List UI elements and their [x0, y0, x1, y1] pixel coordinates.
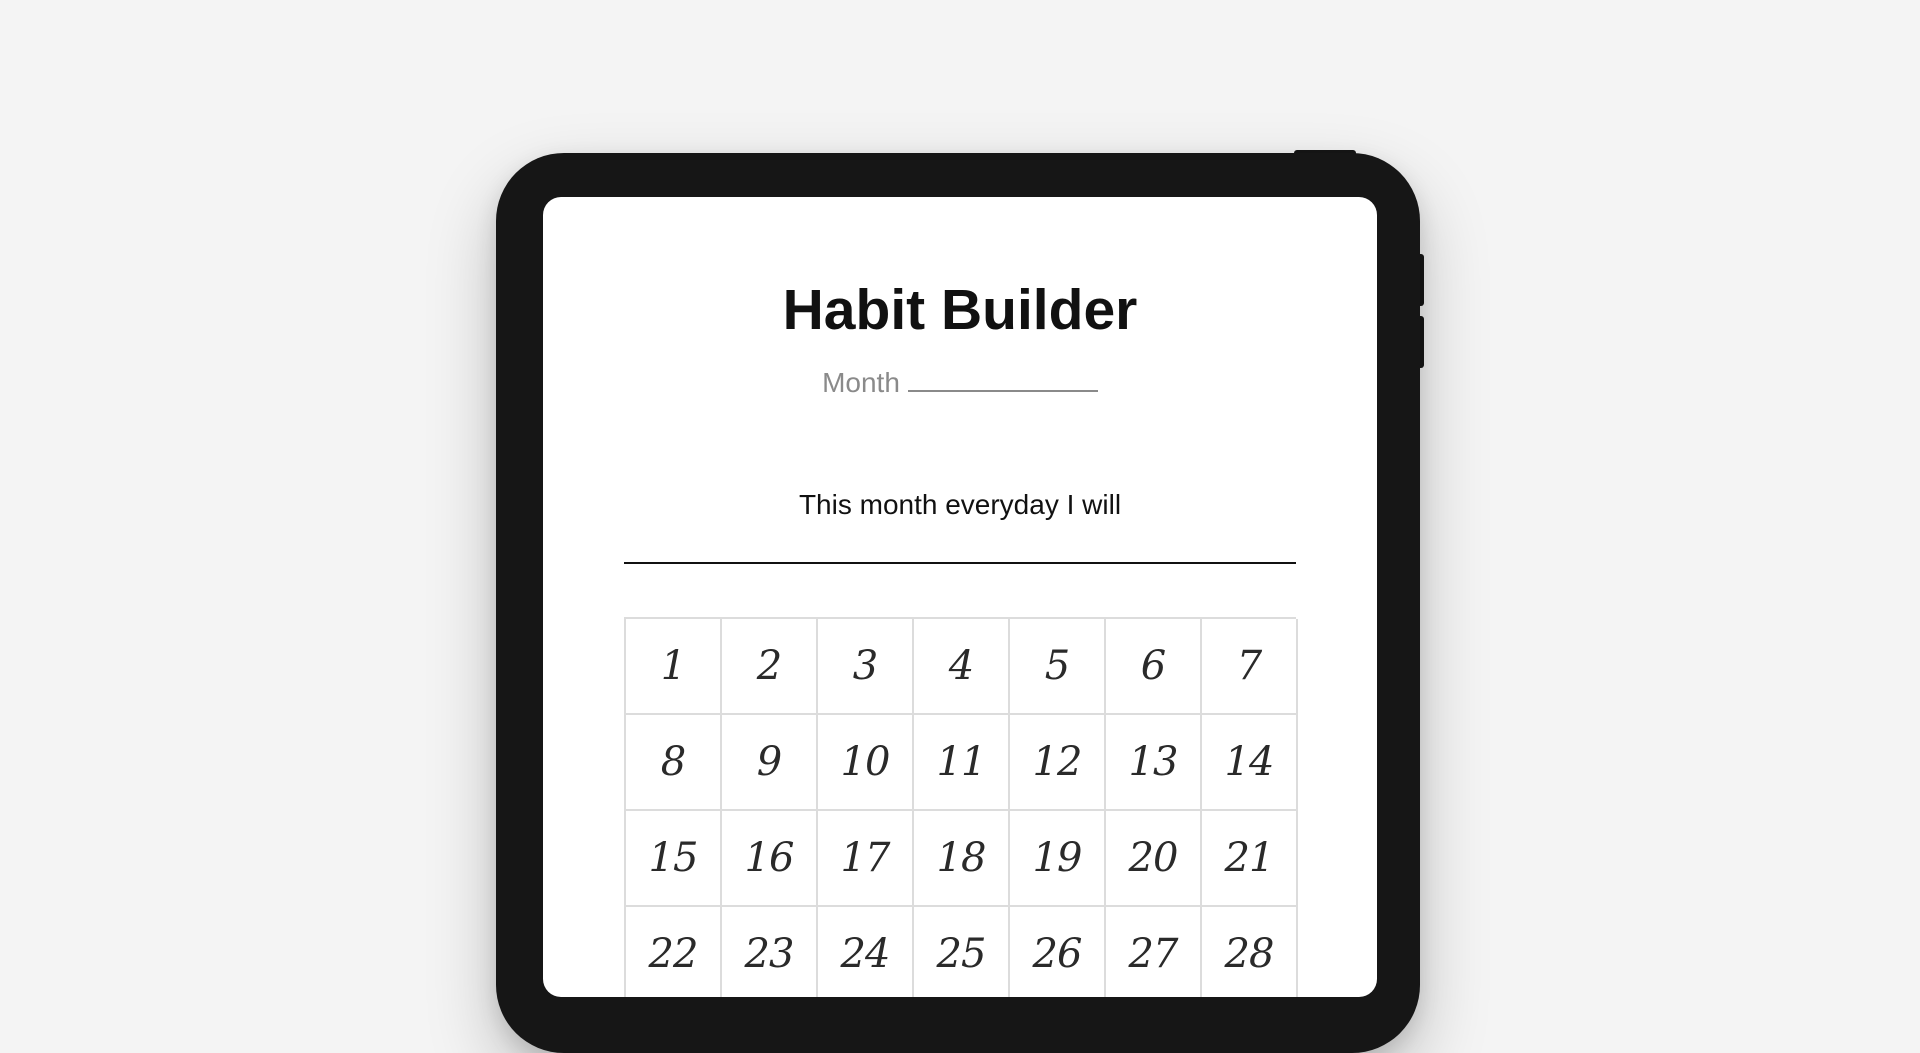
day-cell[interactable]: 9 — [722, 715, 818, 811]
day-cell[interactable]: 11 — [914, 715, 1010, 811]
day-cell[interactable]: 10 — [818, 715, 914, 811]
month-blank-line[interactable] — [907, 366, 1098, 392]
day-cell[interactable]: 28 — [1202, 907, 1298, 997]
month-label: Month — [822, 367, 900, 398]
month-field: Month — [543, 365, 1377, 401]
day-cell[interactable]: 21 — [1202, 811, 1298, 907]
day-cell[interactable]: 7 — [1202, 619, 1298, 715]
day-cell[interactable]: 24 — [818, 907, 914, 997]
day-cell[interactable]: 2 — [722, 619, 818, 715]
day-cell[interactable]: 8 — [626, 715, 722, 811]
day-cell[interactable]: 5 — [1010, 619, 1106, 715]
habit-entry-line[interactable] — [624, 562, 1296, 564]
day-cell[interactable]: 23 — [722, 907, 818, 997]
day-cell[interactable]: 20 — [1106, 811, 1202, 907]
day-cell[interactable]: 18 — [914, 811, 1010, 907]
day-cell[interactable]: 17 — [818, 811, 914, 907]
day-cell[interactable]: 15 — [626, 811, 722, 907]
day-grid: 1 2 3 4 5 6 7 8 9 10 11 12 13 14 15 16 17 18 19 20 21 22 23 24 2… — [624, 617, 1298, 997]
day-cell[interactable]: 6 — [1106, 619, 1202, 715]
day-cell[interactable]: 16 — [722, 811, 818, 907]
tablet-screen: Habit Builder Month This month everyday … — [543, 197, 1377, 997]
day-cell[interactable]: 25 — [914, 907, 1010, 997]
day-cell[interactable]: 1 — [626, 619, 722, 715]
page-title: Habit Builder — [782, 278, 1138, 342]
day-cell[interactable]: 13 — [1106, 715, 1202, 811]
day-cell[interactable]: 19 — [1010, 811, 1106, 907]
day-cell[interactable]: 14 — [1202, 715, 1298, 811]
day-cell[interactable]: 4 — [914, 619, 1010, 715]
day-cell[interactable]: 22 — [626, 907, 722, 997]
day-cell[interactable]: 3 — [818, 619, 914, 715]
day-cell[interactable]: 12 — [1010, 715, 1106, 811]
day-cell[interactable]: 27 — [1106, 907, 1202, 997]
day-cell[interactable]: 26 — [1010, 907, 1106, 997]
habit-prompt: This month everyday I will — [798, 489, 1122, 520]
